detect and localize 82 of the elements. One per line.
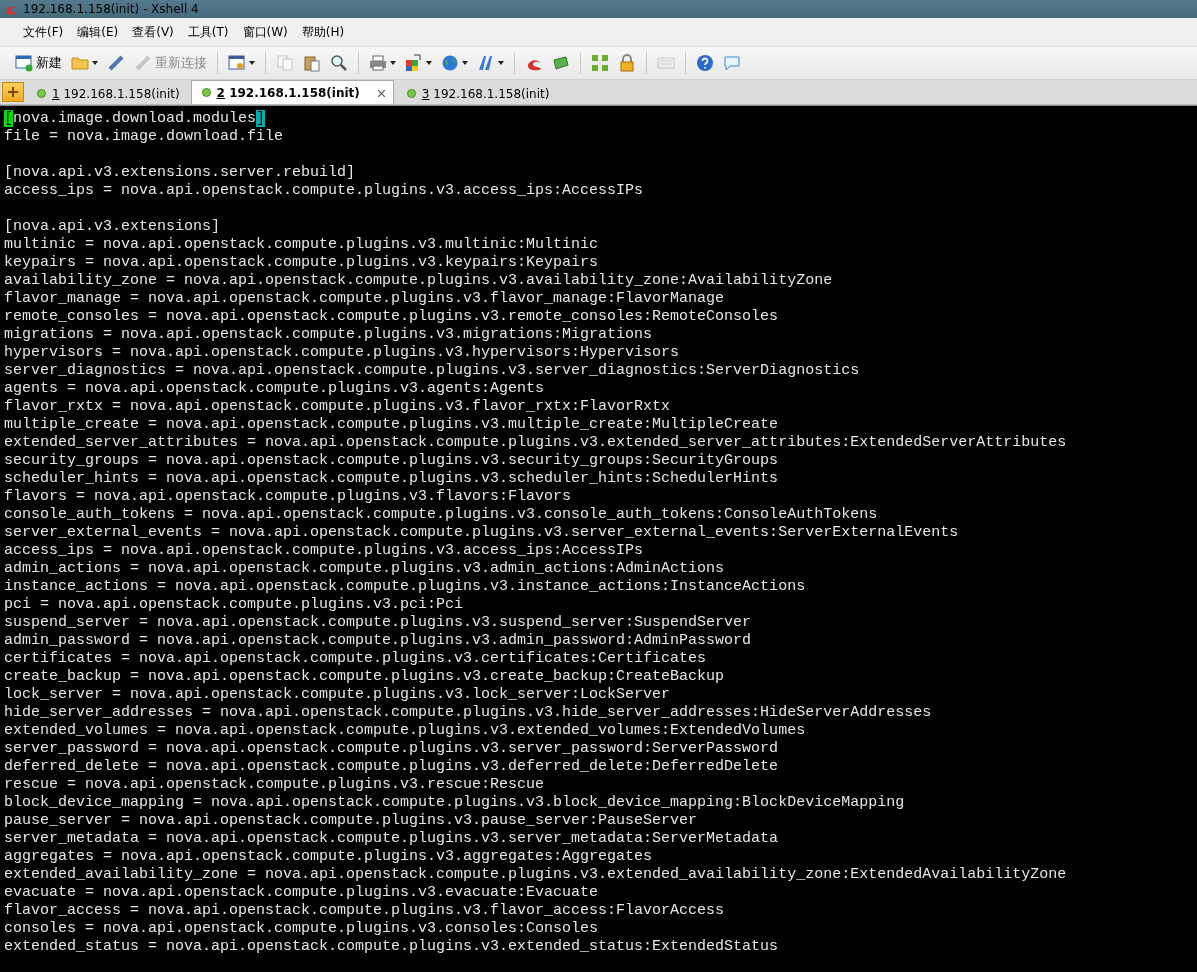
- terminal-line: keypairs = nova.api.openstack.compute.plugins.v3.keypairs:Keypairs: [4, 254, 600, 272]
- menu-item[interactable]: 工具(T): [180, 21, 236, 43]
- terminal-line: multiple_create = nova.api.openstack.compute.plugins.v3.multiple_create:MultipleCreate: [4, 416, 780, 434]
- terminal-line: consoles = nova.api.openstack.compute.plugins.v3.consoles:Consoles: [4, 920, 600, 938]
- tab-label: 3 192.168.1.158(init): [421, 86, 550, 101]
- terminal-line: availability_zone = nova.api.openstack.compute.plugins.v3.availability_zone:AvailabilityZone: [4, 272, 834, 290]
- terminal-line: block_device_mapping = nova.api.openstack.compute.plugins.v3.block_device_mapping:BlockDeviceMapping: [4, 794, 906, 812]
- color-blocks-icon: [405, 54, 423, 72]
- menu-item[interactable]: 编辑(E): [70, 21, 126, 43]
- copy-icon: [276, 54, 294, 72]
- terminal-line: aggregates = nova.api.openstack.compute.plugins.v3.aggregates:Aggregates: [4, 848, 654, 866]
- caret-icon: [249, 61, 255, 65]
- terminal-line: extended_volumes = nova.api.openstack.compute.plugins.v3.extended_volumes:ExtendedVolumes: [4, 722, 807, 740]
- status-dot-icon: [201, 88, 211, 97]
- terminal-line: flavor_manage = nova.api.openstack.compute.plugins.v3.flavor_manage:FlavorManage: [4, 290, 726, 308]
- globe-icon: [441, 54, 459, 72]
- menu-item[interactable]: 窗口(W): [235, 21, 295, 43]
- help-icon: [696, 54, 714, 72]
- terminal-line: evacuate = nova.api.openstack.compute.plugins.v3.evacuate:Evacuate: [4, 884, 600, 902]
- keyboard-icon: [657, 54, 675, 72]
- paste-icon: [303, 54, 321, 72]
- terminal-line: access_ips = nova.api.openstack.compute.plugins.v3.access_ips:AccessIPs: [4, 542, 645, 560]
- magnifier-icon: [330, 54, 348, 72]
- terminal-line: scheduler_hints = nova.api.openstack.compute.plugins.v3.scheduler_hints:SchedulerHints: [4, 470, 780, 488]
- terminal-line: migrations = nova.api.openstack.compute.plugins.v3.migrations:Migrations: [4, 326, 654, 344]
- terminal-line: server_external_events = nova.api.openstack.compute.plugins.v3.server_external_events:ServerExternalEvents: [4, 524, 960, 542]
- menu-item[interactable]: 查看(V): [125, 21, 181, 43]
- terminal-line: lock_server = nova.api.openstack.compute.plugins.v3.lock_server:LockServer: [4, 686, 672, 704]
- terminal-line: server_password = nova.api.openstack.compute.plugins.v3.server_password:ServerPassword: [4, 740, 780, 758]
- printer-icon: [369, 54, 387, 72]
- new-window-icon: [15, 54, 33, 72]
- terminal-line: server_metadata = nova.api.openstack.compute.plugins.v3.server_metadata:ServerMetadata: [4, 830, 780, 848]
- terminal-line: pause_server = nova.api.openstack.compute.plugins.v3.pause_server:PauseServer: [4, 812, 699, 830]
- terminal-line: extended_server_attributes = nova.api.openstack.compute.plugins.v3.extended_server_attributes:ExtendedServerAttributes: [4, 434, 1068, 452]
- menu-item[interactable]: 文件(F): [16, 21, 71, 43]
- terminal-line: suspend_server = nova.api.openstack.compute.plugins.v3.suspend_server:SuspendServer: [4, 614, 753, 632]
- terminal-line: hypervisors = nova.api.openstack.compute.plugins.v3.hypervisors:Hypervisors: [4, 344, 681, 362]
- terminal-line: server_diagnostics = nova.api.openstack.compute.plugins.v3.server_diagnostics:ServerDiagnostics: [4, 362, 861, 380]
- speech-bubble-icon: [723, 54, 741, 72]
- toolbar-button[interactable]: 新建: [12, 52, 65, 74]
- status-dot-icon: [406, 89, 416, 98]
- terminal-line: multinic = nova.api.openstack.compute.plugins.v3.multinic:Multinic: [4, 236, 600, 254]
- terminal-line: admin_password = nova.api.openstack.compute.plugins.v3.admin_password:AdminPassword: [4, 632, 753, 650]
- window-title: 192.168.1.158(init) - Xshell 4: [23, 2, 199, 16]
- terminal-line: flavor_access = nova.api.openstack.compute.plugins.v3.flavor_access:FlavorAccess: [4, 902, 726, 920]
- terminal-line: file = nova.image.download.file: [4, 128, 285, 146]
- terminal-line: flavors = nova.api.openstack.compute.plugins.v3.flavors:Flavors: [4, 488, 573, 506]
- terminal-line: extended_status = nova.api.openstack.compute.plugins.v3.extended_status:ExtendedStatus: [4, 938, 780, 956]
- tab-label: 2 192.168.1.158(init): [216, 85, 360, 100]
- terminal-line: deferred_delete = nova.api.openstack.compute.plugins.v3.deferred_delete:DeferredDelete: [4, 758, 780, 776]
- caret-icon: [498, 61, 504, 65]
- lock-icon: [618, 54, 636, 72]
- caret-icon: [92, 61, 98, 65]
- caret-icon: [462, 61, 468, 65]
- add-tab-button[interactable]: [2, 82, 24, 102]
- terminal-line: [nova.image.download.modules]: [4, 110, 267, 128]
- terminal-line: admin_actions = nova.api.openstack.compute.plugins.v3.admin_actions:AdminActions: [4, 560, 726, 578]
- window-gear-icon: [228, 54, 246, 72]
- terminal-line: [nova.api.v3.extensions]: [4, 218, 222, 236]
- terminal-line: remote_consoles = nova.api.openstack.compute.plugins.v3.remote_consoles:RemoteConsoles: [4, 308, 780, 326]
- caret-icon: [390, 61, 396, 65]
- terminal-line: create_backup = nova.api.openstack.compute.plugins.v3.create_backup:CreateBackup: [4, 668, 726, 686]
- terminal-line: extended_availability_zone = nova.api.openstack.compute.plugins.v3.extended_availability_zone:ExtendedAvailabilityZone: [4, 866, 1068, 884]
- terminal-line: pci = nova.api.openstack.compute.plugins.v3.pci:Pci: [4, 596, 465, 614]
- terminal-line: [nova.api.v3.extensions.server.rebuild]: [4, 164, 357, 182]
- plus-icon: [8, 87, 18, 97]
- terminal-line: hide_server_addresses = nova.api.openstack.compute.plugins.v3.hide_server_addresses:HideServerAddresses: [4, 704, 933, 722]
- close-icon[interactable]: [377, 89, 385, 97]
- terminal-line: security_groups = nova.api.openstack.compute.plugins.v3.security_groups:SecurityGroups: [4, 452, 780, 470]
- terminal-line: access_ips = nova.api.openstack.compute.plugins.v3.access_ips:AccessIPs: [4, 182, 645, 200]
- terminal-line: console_auth_tokens = nova.api.openstack.compute.plugins.v3.console_auth_tokens:ConsoleAuthTokens: [4, 506, 879, 524]
- terminal-line: instance_actions = nova.api.openstack.compute.plugins.v3.instance_actions:InstanceActions: [4, 578, 807, 596]
- terminal-line: agents = nova.api.openstack.compute.plugins.v3.agents:Agents: [4, 380, 546, 398]
- terminal-line: certificates = nova.api.openstack.compute.plugins.v3.certificates:Certificates: [4, 650, 708, 668]
- menu-item[interactable]: 帮助(H): [294, 21, 352, 43]
- terminal-line: rescue = nova.api.openstack.compute.plugins.v3.rescue:Rescue: [4, 776, 546, 794]
- status-dot-icon: [37, 89, 46, 98]
- tab-label: 1 192.168.1.158(init): [52, 86, 180, 101]
- terminal-line: flavor_rxtx = nova.api.openstack.compute.plugins.v3.flavor_rxtx:FlavorRxtx: [4, 398, 672, 416]
- caret-icon: [426, 61, 432, 65]
- folder-icon: [71, 54, 89, 72]
- session-tab[interactable]: 2 192.168.1.158(init): [190, 80, 394, 104]
